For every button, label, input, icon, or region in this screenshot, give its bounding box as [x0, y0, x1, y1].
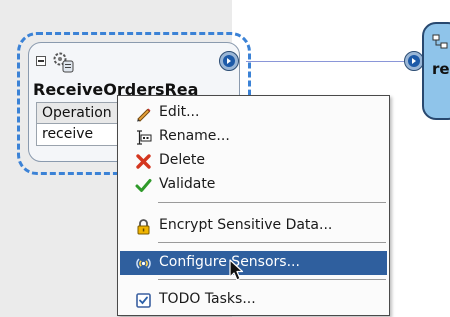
- menu-item-todo-tasks-label: TODO Tasks...: [159, 291, 256, 307]
- rename-icon: [137, 130, 152, 145]
- menu-separator: [158, 202, 386, 203]
- delete-x-icon: [136, 154, 151, 169]
- sensor-icon: [136, 258, 151, 269]
- todo-checkbox-icon: [136, 293, 151, 308]
- menu-item-delete[interactable]: Delete: [120, 149, 387, 173]
- menu-separator: [158, 279, 386, 280]
- menu-item-configure-sensors[interactable]: Configure Sensors...: [120, 251, 387, 275]
- menu-item-rename[interactable]: Rename...: [120, 125, 387, 149]
- operation-header: Operation: [36, 102, 126, 124]
- menu-item-edit[interactable]: Edit...: [120, 101, 387, 125]
- menu-separator: [158, 242, 386, 243]
- lock-icon: [137, 219, 150, 235]
- mouse-pointer-icon: [229, 259, 244, 281]
- reference-port-icon[interactable]: [404, 51, 424, 71]
- menu-item-rename-label: Rename...: [159, 128, 230, 144]
- wire-connector[interactable]: [246, 61, 408, 62]
- service-port-icon[interactable]: [219, 51, 239, 71]
- menu-item-encrypt-label: Encrypt Sensitive Data...: [159, 217, 333, 233]
- menu-item-validate-label: Validate: [159, 176, 216, 192]
- menu-item-edit-label: Edit...: [159, 104, 200, 120]
- target-label: re: [432, 60, 450, 78]
- mediator-icon: [432, 34, 448, 49]
- menu-item-encrypt-sensitive-data[interactable]: Encrypt Sensitive Data...: [120, 214, 387, 238]
- collapse-toggle-icon[interactable]: [36, 56, 46, 66]
- checkmark-icon: [135, 179, 152, 192]
- pencil-icon: [137, 108, 151, 122]
- context-menu: Edit... Rename... Delete Validate Encryp: [117, 95, 390, 316]
- operation-value: receive: [36, 124, 126, 146]
- menu-item-todo-tasks[interactable]: TODO Tasks...: [120, 288, 387, 312]
- menu-item-validate[interactable]: Validate: [120, 173, 387, 197]
- service-gear-icon: [53, 52, 74, 73]
- menu-item-delete-label: Delete: [159, 152, 205, 168]
